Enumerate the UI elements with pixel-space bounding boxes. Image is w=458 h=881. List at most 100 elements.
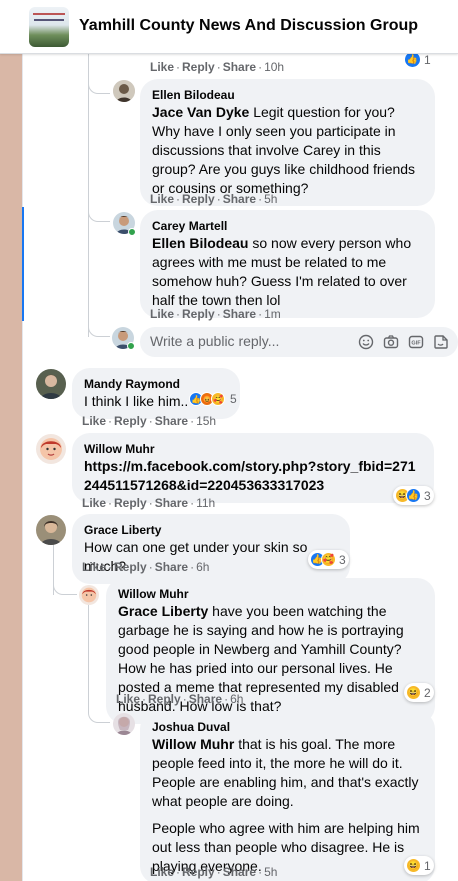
thread-connector xyxy=(53,575,77,595)
care-reaction-icon: 🥰 xyxy=(211,392,225,406)
reply-button[interactable]: Reply xyxy=(182,307,215,321)
reaction-count: 1 xyxy=(424,52,431,67)
reaction-count: 2 xyxy=(424,685,431,700)
comment-author[interactable]: Grace Liberty xyxy=(84,522,338,538)
sticker-icon[interactable] xyxy=(433,334,449,350)
thread-line xyxy=(88,605,89,705)
care-reaction-icon: 🥰 xyxy=(321,552,336,567)
comment-actions: Like · Reply · Share · 6h xyxy=(116,692,244,706)
avatar[interactable] xyxy=(36,369,66,399)
comment-actions: Like · Reply · Share · 5h xyxy=(150,192,278,206)
reaction-count: 5 xyxy=(230,392,237,406)
comment-author[interactable]: Carey Martell xyxy=(152,218,423,234)
reply-button[interactable]: Reply xyxy=(148,692,181,706)
share-button[interactable]: Share xyxy=(155,560,188,574)
group-header: Yamhill County News And Discussion Group xyxy=(0,0,458,54)
reply-button[interactable]: Reply xyxy=(182,192,215,206)
reply-button[interactable]: Reply xyxy=(114,560,147,574)
share-button[interactable]: Share xyxy=(155,496,188,510)
like-button[interactable]: Like xyxy=(82,496,106,510)
thread-connector xyxy=(88,320,110,337)
group-title[interactable]: Yamhill County News And Discussion Group xyxy=(79,17,418,35)
comment-author[interactable]: Mandy Raymond xyxy=(84,376,228,392)
avatar[interactable] xyxy=(36,515,66,545)
comment-time[interactable]: 1m xyxy=(264,307,281,321)
mention[interactable]: Jace Van Dyke xyxy=(152,104,249,120)
comment-actions: Like · Reply · Share · 6h xyxy=(82,560,210,574)
mention[interactable]: Grace Liberty xyxy=(118,603,208,619)
like-reaction-icon: 👍 xyxy=(405,52,420,67)
share-button[interactable]: Share xyxy=(223,307,256,321)
comment-time[interactable]: 6h xyxy=(230,692,243,706)
share-button[interactable]: Share xyxy=(223,192,256,206)
online-status-icon xyxy=(128,228,136,236)
avatar[interactable] xyxy=(79,585,99,605)
comment-time[interactable]: 6h xyxy=(196,560,209,574)
group-thumbnail[interactable] xyxy=(29,7,69,47)
thread-connector xyxy=(88,206,110,222)
comment-time[interactable]: 5h xyxy=(264,192,277,206)
haha-reaction-icon: 😆 xyxy=(406,685,421,700)
comment-time[interactable]: 15h xyxy=(196,414,216,428)
avatar[interactable] xyxy=(113,713,135,735)
comment-time[interactable]: 10h xyxy=(264,60,284,74)
haha-reaction-icon: 😆 xyxy=(406,858,421,873)
comment-bubble: Willow Muhr https://m.facebook.com/story… xyxy=(72,433,434,503)
share-button[interactable]: Share xyxy=(223,865,256,879)
reaction-summary[interactable]: 👍 🥰 3 xyxy=(308,550,349,569)
left-gutter xyxy=(0,54,23,881)
comment-author[interactable]: Ellen Bilodeau xyxy=(152,87,423,103)
comment-bubble: Joshua Duval Willow Muhr that is his goa… xyxy=(140,711,435,881)
comment-actions: Like · Reply · Share · 1m xyxy=(150,307,281,321)
like-reaction-icon: 👍 xyxy=(406,488,421,503)
comment-actions: Like · Reply · Share · 5h xyxy=(150,865,278,879)
share-button[interactable]: Share xyxy=(223,60,256,74)
emoji-icon[interactable] xyxy=(358,334,374,350)
active-thread-indicator xyxy=(22,207,24,321)
like-button[interactable]: Like xyxy=(150,865,174,879)
reaction-summary[interactable]: 👍 1 xyxy=(405,52,431,67)
comment-time[interactable]: 11h xyxy=(196,496,215,510)
comment-text: Jace Van Dyke Legit question for you? Wh… xyxy=(152,104,416,196)
reaction-summary[interactable]: 😆 1 xyxy=(404,856,434,875)
share-button[interactable]: Share xyxy=(155,414,188,428)
reply-composer: GIF xyxy=(140,327,458,357)
comment-actions: Like · Reply · Share · 11h xyxy=(82,496,216,510)
comment-bubble: Carey Martell Ellen Bilodeau so now ever… xyxy=(140,210,435,318)
comment-text: Ellen Bilodeau so now every person who a… xyxy=(152,235,412,308)
online-status-icon xyxy=(127,342,135,350)
comment-bubble: Ellen Bilodeau Jace Van Dyke Legit quest… xyxy=(140,79,435,206)
comment-text: Willow Muhr that is his goal. The more p… xyxy=(152,736,420,874)
like-button[interactable]: Like xyxy=(150,307,174,321)
comment-author[interactable]: Willow Muhr xyxy=(118,586,423,602)
like-button[interactable]: Like xyxy=(116,692,140,706)
like-button[interactable]: Like xyxy=(82,560,106,574)
avatar[interactable] xyxy=(36,434,66,464)
comment-actions: Like · Reply · Share · 15h xyxy=(82,414,217,428)
share-button[interactable]: Share xyxy=(189,692,222,706)
reaction-summary[interactable]: 😆 2 xyxy=(404,683,434,702)
reply-button[interactable]: Reply xyxy=(182,60,215,74)
reaction-count: 1 xyxy=(424,858,431,873)
shared-link[interactable]: https://m.facebook.com/story.php?story_f… xyxy=(84,458,416,493)
mention[interactable]: Willow Muhr xyxy=(152,736,234,752)
comment-author[interactable]: Willow Muhr xyxy=(84,441,422,457)
like-button[interactable]: Like xyxy=(150,192,174,206)
reaction-summary[interactable]: 😆 👍 3 xyxy=(393,486,434,505)
reply-button[interactable]: Reply xyxy=(114,414,147,428)
mention[interactable]: Ellen Bilodeau xyxy=(152,235,248,251)
reply-input[interactable] xyxy=(150,333,340,349)
thread-connector xyxy=(88,80,110,94)
comment-time[interactable]: 5h xyxy=(264,865,277,879)
gif-icon[interactable]: GIF xyxy=(408,334,424,350)
comment-author[interactable]: Joshua Duval xyxy=(152,719,423,735)
camera-icon[interactable] xyxy=(383,334,399,350)
like-button[interactable]: Like xyxy=(82,414,106,428)
reply-button[interactable]: Reply xyxy=(182,865,215,879)
like-button[interactable]: Like xyxy=(150,60,174,74)
avatar[interactable] xyxy=(113,80,135,102)
svg-text:GIF: GIF xyxy=(411,341,421,347)
reaction-count: 3 xyxy=(424,488,431,503)
reaction-summary[interactable]: 👍 😡 🥰 5 xyxy=(189,392,237,406)
reply-button[interactable]: Reply xyxy=(114,496,147,510)
